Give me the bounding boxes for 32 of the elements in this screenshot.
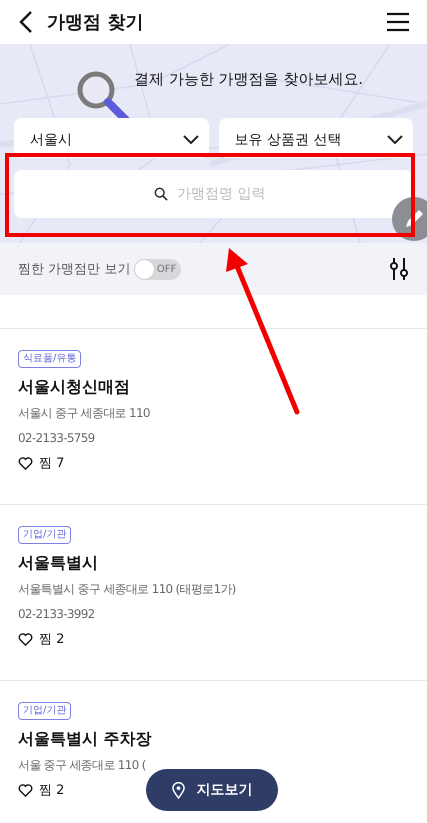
category-tag: 기업/기관 [18,526,72,544]
store-address: 서울 중구 세종대로 110 ( [18,757,146,774]
store-phone: 02-2133-3992 [18,606,95,623]
toggle-switch[interactable]: OFF [134,258,182,280]
pencil-button[interactable] [392,197,427,241]
store-address: 서울특별시 중구 세종대로 110 (태평로1가) [18,581,236,598]
search-field[interactable]: 가맹점명 입력 [14,170,413,218]
chevron-down-icon[interactable] [182,135,198,145]
back-icon[interactable] [18,10,34,34]
dropdown[interactable]: 보유 상품권 선택 [218,118,413,158]
location-pin-icon [172,782,184,798]
like-count: 찜 2 [39,631,64,649]
store-address: 서울시 중구 세종대로 110 [18,405,150,422]
page-title: 가맹점 찾기 [47,11,144,34]
filter-sliders-icon[interactable] [390,258,408,280]
toggle-label: 찜한 가맹점만 보기 [18,261,130,278]
chevron-down-icon[interactable] [387,135,403,145]
map-view-button[interactable]: 지도보기 [146,769,278,811]
heart-icon[interactable] [18,457,33,470]
like-count: 찜 2 [39,782,64,800]
like-count: 찜 7 [39,455,64,473]
store-name[interactable]: 서울특별시 주차장 [18,728,152,750]
banner-message: 결제 가능한 가맹점을 찾아보세요. [134,70,364,89]
category-tag: 기업/기관 [18,702,72,720]
menu-icon[interactable] [387,12,409,32]
store-name[interactable]: 서울시청신매점 [18,376,130,398]
category-tag: 식료품/유통 [18,350,82,368]
store-name[interactable]: 서울특별시 [18,552,98,574]
heart-icon[interactable] [18,633,33,646]
store-phone: 02-2133-5759 [18,430,95,447]
dropdown[interactable]: 서울시 [14,118,208,158]
heart-icon[interactable] [18,784,33,797]
